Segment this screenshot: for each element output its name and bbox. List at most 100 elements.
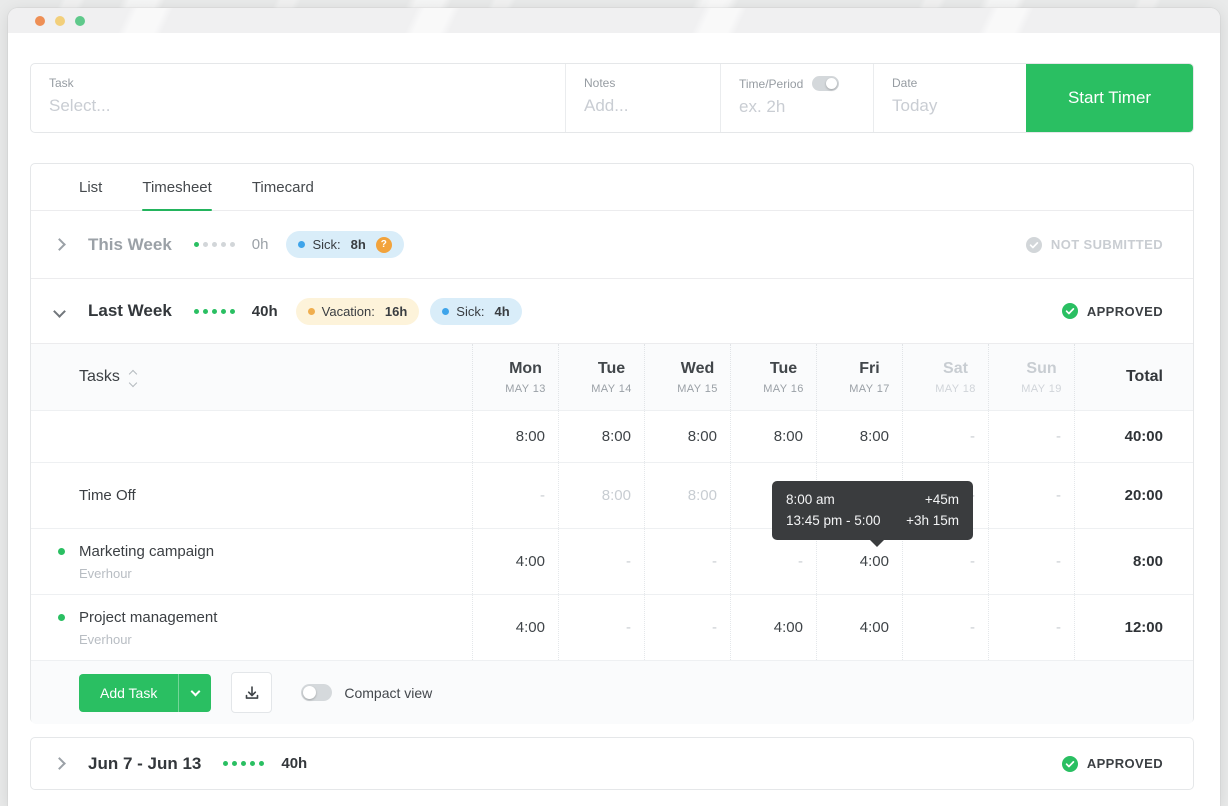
badge-value: 4h [494,304,509,319]
date-input[interactable] [892,90,1015,116]
timesheet-cell[interactable]: 8:00 [558,411,644,462]
tooltip-time-range: 8:00 am [786,489,835,510]
traffic-light-minimize-icon[interactable] [55,16,65,26]
timesheet-cell[interactable]: 4:00 [472,529,558,594]
week-hours: 40h [281,755,307,772]
week-title: Jun 7 - Jun 13 [88,754,201,774]
expand-chevron-icon[interactable] [53,757,66,770]
tooltip-duration: +45m [925,489,959,510]
capacity-dot-icon [223,761,228,766]
vacation-dot-icon [308,308,315,315]
expand-chevron-icon[interactable] [53,238,66,251]
time-period-field[interactable]: Time/Period [720,64,873,132]
time-period-toggle[interactable] [812,76,839,91]
summary-row: 8:008:008:008:008:00--40:00 [31,411,1193,463]
task-cell[interactable]: Project management Everhour [31,595,472,660]
capacity-dots [223,761,264,766]
capacity-dot-icon [212,309,217,314]
week-title: This Week [88,235,172,255]
compact-view-toggle[interactable] [301,684,332,701]
tooltip-duration: +3h 15m [906,510,959,531]
add-task-button[interactable]: Add Task [79,674,178,712]
project-dot-icon [58,548,65,555]
column-header-day: Tue MAY 16 [730,344,816,410]
tab-timecard[interactable]: Timecard [252,164,314,210]
timesheet-card: List Timesheet Timecard This Week 0h Sic… [30,163,1194,723]
row-total: 20:00 [1074,463,1193,528]
capacity-dot-icon [230,309,235,314]
collapse-chevron-icon[interactable] [53,305,66,318]
status-label: APPROVED [1087,756,1163,771]
timesheet-cell[interactable]: - [902,595,988,660]
timesheet-footer: Add Task Compact view [31,661,1193,724]
timesheet-cell[interactable]: - [558,529,644,594]
timesheet-cell[interactable]: 8:00 [472,411,558,462]
date-field[interactable]: Date [873,64,1026,132]
download-icon [244,685,260,701]
timesheet-cell[interactable]: 8:00 [730,411,816,462]
timesheet-cell[interactable]: 8:00 [816,411,902,462]
timesheet-cell[interactable]: - [988,411,1074,462]
tasks-column-header: Tasks [31,344,472,410]
capacity-dot-icon [250,761,255,766]
task-field[interactable]: Task [31,64,565,132]
status-label: NOT SUBMITTED [1051,237,1163,252]
time-period-input[interactable] [739,91,862,117]
week-hours: 40h [252,303,278,320]
tab-list[interactable]: List [79,164,102,210]
app-window: Task Notes Time/Period Date Start Timer … [8,8,1220,806]
timesheet-cell[interactable]: 8:00 [644,411,730,462]
task-name[interactable]: Marketing campaign [79,543,472,560]
timesheet-cell[interactable]: 4:00 [730,595,816,660]
week-badges: Vacation:16hSick:4h [296,298,522,325]
task-input[interactable] [49,90,524,116]
day-name: Mon [509,360,542,378]
task-row: Marketing campaignEverhour4:00---4:00--8… [31,529,1193,595]
task-name[interactable]: Project management [79,609,472,626]
timesheet-cell[interactable]: - [472,463,558,528]
capacity-dot-icon [221,309,226,314]
notes-input[interactable] [584,90,709,116]
add-task-menu-button[interactable] [178,674,211,712]
timesheet-cell[interactable]: - [988,529,1074,594]
start-timer-button[interactable]: Start Timer [1026,64,1193,132]
timesheet-cell[interactable]: 8:00 [558,463,644,528]
timesheet-cell[interactable]: - [988,463,1074,528]
sort-toggle-icon[interactable] [130,369,136,386]
add-task-split-button: Add Task [79,674,211,712]
day-date: MAY 17 [849,383,890,395]
toggle-knob [303,686,316,699]
traffic-light-close-icon[interactable] [35,16,45,26]
badge-value: 8h [351,237,366,252]
timesheet-body: 8:008:008:008:008:00--40:00Time Off-8:00… [31,411,1193,661]
timesheet-cell[interactable]: - [902,411,988,462]
day-name: Tue [770,360,797,378]
toggle-knob [826,78,837,89]
task-cell[interactable]: Marketing campaignEverhour [31,529,472,594]
day-name: Fri [859,360,879,378]
time-entry-tooltip: 8:00 am +45m 13:45 pm - 5:00 +3h 15m [772,481,973,540]
tab-timesheet[interactable]: Timesheet [142,164,211,210]
timesheet-cell[interactable]: - [988,595,1074,660]
help-icon[interactable]: ? [376,237,392,253]
week-badges: Sick:8h? [286,231,403,258]
timesheet-cell[interactable]: - [644,529,730,594]
timesheet-cell[interactable]: 4:00 [472,595,558,660]
task-cell [31,411,472,462]
check-circle-icon [1026,237,1042,253]
notes-field[interactable]: Notes [565,64,720,132]
export-button[interactable] [231,672,272,713]
timesheet-cell[interactable]: 8:00 [644,463,730,528]
column-header-day: MonMAY 13 [472,344,558,410]
day-date: MAY 16 [763,383,804,395]
task-name[interactable]: Time Off [79,487,472,504]
capacity-dot-icon [230,242,235,247]
row-total: 12:00 [1074,595,1193,660]
task-cell[interactable]: Time Off [31,463,472,528]
timesheet-cell[interactable]: 4:00 [816,595,902,660]
week-row-jun-7-13: Jun 7 - Jun 13 40h APPROVED [30,737,1194,790]
timesheet-cell[interactable]: - [644,595,730,660]
task-project: Everhour [79,632,472,647]
timesheet-cell[interactable]: - [558,595,644,660]
traffic-light-zoom-icon[interactable] [75,16,85,26]
